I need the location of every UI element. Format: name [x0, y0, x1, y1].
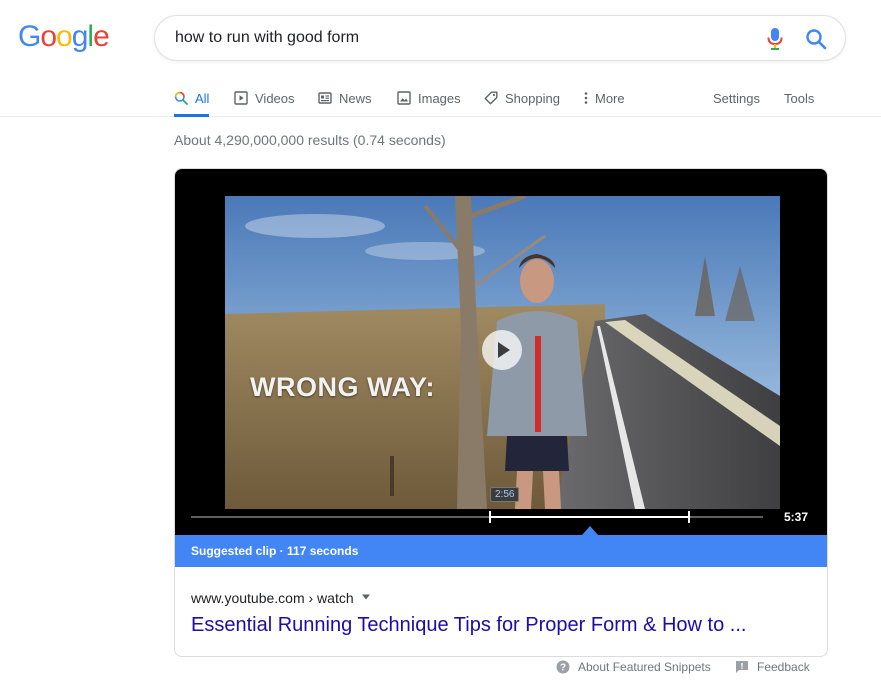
tab-shopping[interactable]: Shopping — [484, 80, 560, 116]
tab-images[interactable]: Images — [397, 80, 461, 116]
clip-pointer — [582, 526, 598, 535]
result-source-url[interactable]: www.youtube.com › watch — [191, 590, 354, 606]
logo-letter: g — [71, 20, 89, 53]
video-overlay-caption: WRONG WAY: — [250, 372, 435, 402]
tab-videos[interactable]: Videos — [234, 80, 295, 116]
tab-videos-label: Videos — [255, 90, 295, 106]
result-title-link[interactable]: Essential Running Technique Tips for Pro… — [191, 614, 746, 637]
logo-letter: G — [18, 20, 41, 53]
caret-down-icon[interactable] — [361, 593, 371, 601]
tab-news-label: News — [339, 90, 372, 106]
logo-letter: o — [56, 20, 73, 53]
tag-icon — [484, 91, 498, 105]
colorful-search-icon — [174, 91, 188, 105]
search-tabs: All Videos News Images Shopping More Set… — [0, 80, 881, 117]
tab-more-label: More — [595, 90, 625, 106]
about-featured-snippets[interactable]: ? About Featured Snippets — [556, 660, 711, 674]
image-icon — [397, 91, 411, 105]
play-button[interactable] — [482, 330, 522, 370]
more-vertical-icon — [584, 92, 588, 104]
search-box[interactable] — [154, 15, 846, 61]
search-icon[interactable] — [805, 28, 827, 50]
tab-tools-label: Tools — [784, 90, 815, 106]
feedback-icon — [736, 661, 748, 673]
news-icon — [318, 92, 332, 104]
feedback-link[interactable]: Feedback — [735, 660, 810, 674]
tab-all-label: All — [195, 90, 210, 106]
play-icon — [498, 342, 510, 358]
clip-end-marker[interactable] — [687, 511, 690, 523]
tab-shopping-label: Shopping — [505, 90, 560, 106]
tab-settings[interactable]: Settings — [713, 80, 760, 116]
result-stats: About 4,290,000,000 results (0.74 second… — [174, 132, 446, 148]
video-player[interactable]: WRONG WAY: 2:56 5:37 — [175, 169, 827, 535]
search-input[interactable] — [175, 16, 735, 60]
logo-letter: o — [40, 20, 57, 53]
tab-more[interactable]: More — [583, 80, 625, 116]
video-icon — [234, 91, 248, 105]
feedback-label: Feedback — [757, 660, 810, 674]
logo-letter: e — [93, 20, 110, 53]
tab-news[interactable]: News — [318, 80, 372, 116]
featured-video-card: WRONG WAY: 2:56 5:37 Suggested clip · 11… — [174, 168, 828, 657]
microphone-icon[interactable] — [767, 27, 783, 51]
video-duration: 5:37 — [784, 510, 809, 524]
help-icon: ? — [556, 660, 570, 674]
svg-text:?: ? — [560, 663, 566, 674]
suggested-clip-bar: Suggested clip · 117 seconds — [175, 535, 827, 567]
tab-images-label: Images — [418, 90, 461, 106]
google-logo[interactable]: Google — [18, 21, 110, 53]
tab-settings-label: Settings — [713, 90, 760, 106]
clip-start-time: 2:56 — [490, 487, 520, 502]
about-featured-snippets-label: About Featured Snippets — [578, 660, 711, 674]
tab-tools[interactable]: Tools — [784, 80, 814, 116]
search-results-page: Google All — [0, 0, 881, 698]
suggested-clip-segment[interactable] — [490, 516, 689, 518]
clip-start-marker[interactable] — [489, 511, 492, 523]
tab-all[interactable]: All — [174, 80, 210, 117]
